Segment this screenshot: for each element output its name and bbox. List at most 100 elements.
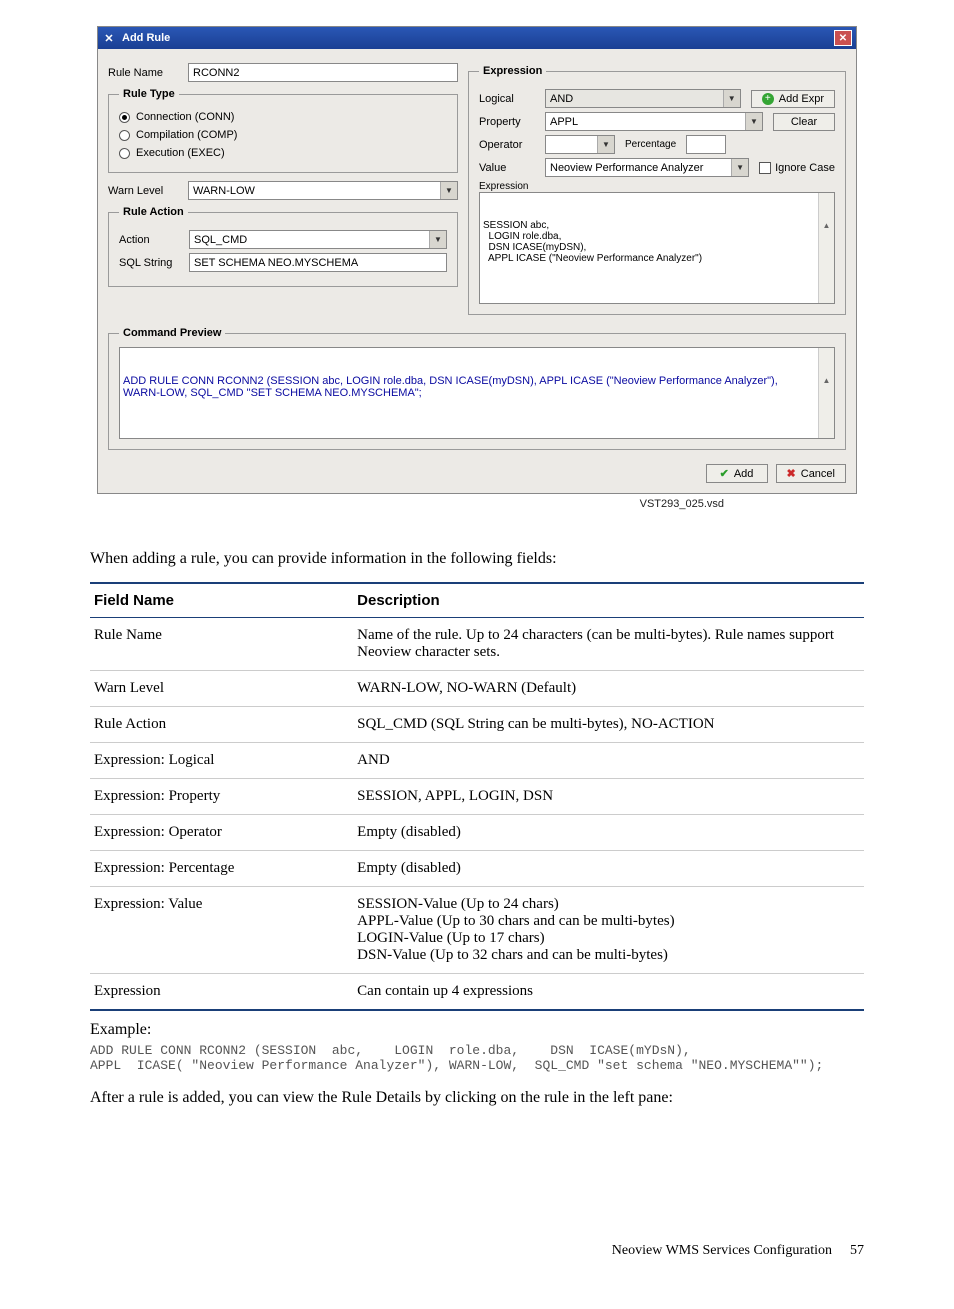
figure-caption: VST293_025.vsd — [90, 498, 724, 510]
field-name-cell: Expression: Logical — [90, 743, 353, 779]
radio-comp[interactable]: Compilation (COMP) — [119, 129, 237, 141]
dialog-titlebar[interactable]: ✕ Add Rule ✕ — [98, 27, 856, 49]
page-footer: Neoview WMS Services Configuration 57 — [90, 1123, 864, 1259]
action-value: SQL_CMD — [190, 234, 429, 246]
example-code: ADD RULE CONN RCONN2 (SESSION abc, LOGIN… — [90, 1043, 864, 1073]
radio-conn[interactable]: Connection (CONN) — [119, 111, 234, 123]
example-heading: Example: — [90, 1021, 864, 1039]
expression-legend: Expression — [479, 65, 546, 77]
field-name-cell: Expression: Operator — [90, 815, 353, 851]
table-row: Expression: ValueSESSION-Value (Up to 24… — [90, 887, 864, 974]
chevron-down-icon: ▼ — [429, 231, 446, 248]
dialog-title: Add Rule — [122, 32, 170, 44]
description-cell: SQL_CMD (SQL String can be multi-bytes),… — [353, 707, 864, 743]
field-name-cell: Rule Name — [90, 618, 353, 671]
field-name-cell: Expression — [90, 974, 353, 1011]
property-label: Property — [479, 116, 535, 128]
logical-value: AND — [546, 93, 723, 105]
chevron-down-icon: ▼ — [745, 113, 762, 130]
value-value: Neoview Performance Analyzer — [546, 162, 731, 174]
field-name-cell: Expression: Value — [90, 887, 353, 974]
add-button[interactable]: ✔ Add — [706, 464, 768, 483]
action-label: Action — [119, 234, 179, 246]
description-cell: Can contain up 4 expressions — [353, 974, 864, 1011]
after-text: After a rule is added, you can view the … — [90, 1089, 864, 1107]
expr-sublabel: Expression — [479, 181, 528, 192]
operator-select[interactable]: ▼ — [545, 135, 615, 154]
operator-label: Operator — [479, 139, 535, 151]
th-field-name: Field Name — [90, 583, 353, 618]
value-select[interactable]: Neoview Performance Analyzer ▼ — [545, 158, 749, 177]
chevron-down-icon: ▼ — [440, 182, 457, 199]
scrollbar[interactable]: ▲ — [818, 348, 834, 438]
property-select[interactable]: APPL ▼ — [545, 112, 763, 131]
percentage-label: Percentage — [625, 139, 676, 150]
chevron-down-icon: ▼ — [731, 159, 748, 176]
rule-name-label: Rule Name — [108, 67, 178, 79]
add-button-label: Add — [734, 468, 754, 480]
sqlstring-input[interactable] — [189, 253, 447, 272]
description-cell: AND — [353, 743, 864, 779]
cancel-button-label: Cancel — [801, 468, 835, 480]
plus-icon: + — [762, 93, 774, 105]
rule-action-legend: Rule Action — [119, 206, 188, 218]
close-icon[interactable]: ✕ — [834, 30, 852, 46]
add-expr-button[interactable]: + Add Expr — [751, 90, 835, 108]
radio-dot-icon — [119, 148, 130, 159]
table-row: Expression: PropertySESSION, APPL, LOGIN… — [90, 779, 864, 815]
action-select[interactable]: SQL_CMD ▼ — [189, 230, 447, 249]
add-expr-label: Add Expr — [779, 93, 824, 105]
footer-title: Neoview WMS Services Configuration — [612, 1243, 832, 1259]
logical-label: Logical — [479, 93, 535, 105]
description-cell: Empty (disabled) — [353, 815, 864, 851]
logical-select: AND ▼ — [545, 89, 741, 108]
table-row: Rule NameName of the rule. Up to 24 char… — [90, 618, 864, 671]
radio-conn-label: Connection (CONN) — [136, 111, 234, 123]
field-name-cell: Expression: Property — [90, 779, 353, 815]
description-cell: SESSION, APPL, LOGIN, DSN — [353, 779, 864, 815]
app-icon: ✕ — [102, 31, 116, 45]
ignore-case-label: Ignore Case — [775, 162, 835, 174]
ignore-case-checkbox[interactable]: Ignore Case — [759, 162, 835, 174]
checkbox-icon — [759, 162, 771, 174]
description-cell: Name of the rule. Up to 24 characters (c… — [353, 618, 864, 671]
chevron-down-icon: ▼ — [723, 90, 740, 107]
field-name-cell: Expression: Percentage — [90, 851, 353, 887]
table-row: Warn LevelWARN-LOW, NO-WARN (Default) — [90, 671, 864, 707]
clear-label: Clear — [791, 116, 817, 128]
chevron-down-icon: ▼ — [597, 136, 614, 153]
th-description: Description — [353, 583, 864, 618]
radio-exec[interactable]: Execution (EXEC) — [119, 147, 225, 159]
radio-comp-label: Compilation (COMP) — [136, 129, 237, 141]
expression-textarea[interactable]: SESSION abc, LOGIN role.dba, DSN ICASE(m… — [479, 192, 835, 304]
table-row: Expression: OperatorEmpty (disabled) — [90, 815, 864, 851]
warn-level-select[interactable]: WARN-LOW ▼ — [188, 181, 458, 200]
add-rule-dialog: ✕ Add Rule ✕ Rule Name Rule Type Connect… — [97, 26, 857, 494]
scroll-up-icon: ▲ — [819, 372, 834, 388]
cancel-button[interactable]: ✖ Cancel — [776, 464, 846, 483]
value-label: Value — [479, 162, 535, 174]
clear-button[interactable]: Clear — [773, 113, 835, 131]
radio-dot-icon — [119, 130, 130, 141]
table-row: Rule ActionSQL_CMD (SQL String can be mu… — [90, 707, 864, 743]
command-preview-legend: Command Preview — [119, 327, 225, 339]
scroll-up-icon: ▲ — [819, 217, 834, 233]
sqlstring-label: SQL String — [119, 257, 179, 269]
rule-type-legend: Rule Type — [119, 88, 179, 100]
fields-table: Field Name Description Rule NameName of … — [90, 582, 864, 1011]
command-preview-text: ADD RULE CONN RCONN2 (SESSION abc, LOGIN… — [119, 347, 835, 439]
percentage-input[interactable] — [686, 135, 726, 154]
property-value: APPL — [546, 116, 745, 128]
table-row: Expression: LogicalAND — [90, 743, 864, 779]
warn-level-label: Warn Level — [108, 185, 178, 197]
check-icon: ✔ — [720, 467, 729, 480]
radio-dot-icon — [119, 112, 130, 123]
x-icon: ✖ — [787, 467, 796, 480]
radio-exec-label: Execution (EXEC) — [136, 147, 225, 159]
scrollbar[interactable]: ▲ — [818, 193, 834, 303]
rule-action-fieldset: Rule Action Action SQL_CMD ▼ SQL String — [108, 206, 458, 287]
warn-level-value: WARN-LOW — [189, 185, 440, 197]
rule-type-fieldset: Rule Type Connection (CONN) Compilation … — [108, 88, 458, 173]
footer-page: 57 — [850, 1243, 864, 1259]
rule-name-input[interactable] — [188, 63, 458, 82]
